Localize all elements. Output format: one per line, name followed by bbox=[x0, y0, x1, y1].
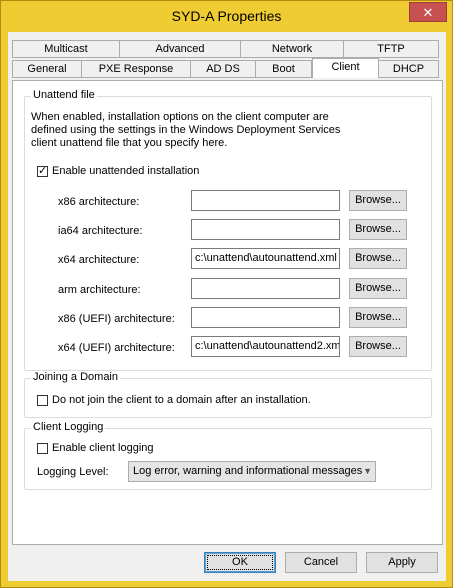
logging-level-label: Logging Level: bbox=[37, 466, 109, 478]
chevron-down-icon: ▼ bbox=[363, 466, 372, 476]
unattend-description: When enabled, installation options on th… bbox=[31, 111, 341, 149]
tab-dhcp[interactable]: DHCP bbox=[378, 60, 439, 78]
ia64-label: ia64 architecture: bbox=[58, 225, 143, 237]
x64-label: x64 architecture: bbox=[58, 254, 140, 266]
x64-uefi-browse-button[interactable]: Browse... bbox=[349, 336, 407, 357]
enable-logging-checkbox[interactable] bbox=[37, 443, 48, 454]
unattend-file-group: Unattend file When enabled, installation… bbox=[24, 89, 432, 371]
arm-path-field[interactable] bbox=[191, 278, 340, 299]
ia64-path-field[interactable] bbox=[191, 219, 340, 240]
cancel-button[interactable]: Cancel bbox=[285, 552, 357, 573]
tab-advanced[interactable]: Advanced bbox=[119, 40, 241, 58]
tab-general[interactable]: General bbox=[12, 60, 82, 78]
logging-level-select[interactable]: Log error, warning and informational mes… bbox=[128, 461, 376, 482]
x86-path-field[interactable] bbox=[191, 190, 340, 211]
no-join-domain-checkbox[interactable] bbox=[37, 395, 48, 406]
x64-browse-button[interactable]: Browse... bbox=[349, 248, 407, 269]
logging-level-value: Log error, warning and informational mes… bbox=[133, 465, 363, 477]
client-logging-group: Client Logging Enable client logging Log… bbox=[24, 421, 432, 490]
enable-unattend-checkbox[interactable]: ✓ bbox=[37, 166, 48, 177]
tab-tftp[interactable]: TFTP bbox=[343, 40, 439, 58]
no-join-domain-label: Do not join the client to a domain after… bbox=[52, 394, 311, 406]
close-icon[interactable]: ✕ bbox=[409, 2, 447, 22]
arm-label: arm architecture: bbox=[58, 284, 141, 296]
unattend-file-legend: Unattend file bbox=[31, 89, 97, 101]
title-bar[interactable]: SYD-A Properties ✕ bbox=[1, 1, 452, 32]
window-title: SYD-A Properties bbox=[171, 8, 282, 24]
x64-path-field[interactable]: c:\unattend\autounattend.xml bbox=[191, 248, 340, 269]
x86-uefi-path-field[interactable] bbox=[191, 307, 340, 328]
properties-window: SYD-A Properties ✕ Multicast Advanced Ne… bbox=[0, 0, 453, 588]
tab-ad-ds[interactable]: AD DS bbox=[190, 60, 256, 78]
ok-button[interactable]: OK bbox=[204, 552, 276, 573]
client-logging-legend: Client Logging bbox=[31, 421, 106, 433]
tab-multicast[interactable]: Multicast bbox=[12, 40, 120, 58]
tab-boot[interactable]: Boot bbox=[255, 60, 312, 78]
x86-browse-button[interactable]: Browse... bbox=[349, 190, 407, 211]
tab-pxe-response[interactable]: PXE Response bbox=[81, 60, 191, 78]
tab-network[interactable]: Network bbox=[240, 40, 344, 58]
apply-button[interactable]: Apply bbox=[366, 552, 438, 573]
x64-uefi-path-field[interactable]: c:\unattend\autounattend2.xml bbox=[191, 336, 340, 357]
enable-unattend-label: Enable unattended installation bbox=[52, 165, 200, 177]
dialog-body: Multicast Advanced Network TFTP General … bbox=[8, 32, 446, 581]
joining-domain-legend: Joining a Domain bbox=[31, 371, 120, 383]
x86-uefi-label: x86 (UEFI) architecture: bbox=[58, 313, 175, 325]
enable-logging-label: Enable client logging bbox=[52, 442, 154, 454]
ia64-browse-button[interactable]: Browse... bbox=[349, 219, 407, 240]
x86-uefi-browse-button[interactable]: Browse... bbox=[349, 307, 407, 328]
joining-domain-group: Joining a Domain Do not join the client … bbox=[24, 371, 432, 418]
x86-label: x86 architecture: bbox=[58, 196, 140, 208]
x64-uefi-label: x64 (UEFI) architecture: bbox=[58, 342, 175, 354]
arm-browse-button[interactable]: Browse... bbox=[349, 278, 407, 299]
tab-client[interactable]: Client bbox=[312, 58, 379, 78]
client-tab-page: Unattend file When enabled, installation… bbox=[12, 80, 443, 545]
